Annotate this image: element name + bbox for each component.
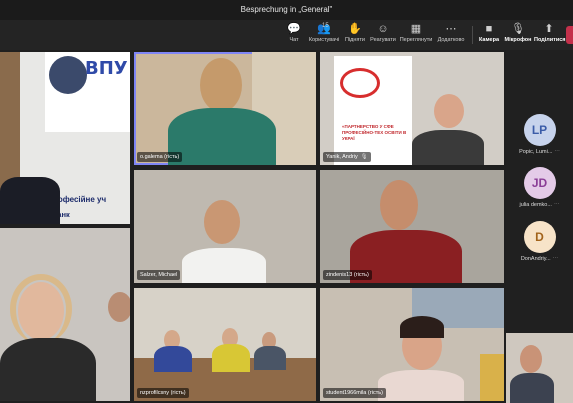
meeting-toolbar: 💬 Чат 👥 15 Користувачі ✋ Підняти ☺ Реагу… (0, 20, 573, 50)
avatar: D (523, 221, 556, 253)
video-tile-9[interactable]: student1966mila (гість) (320, 288, 504, 401)
participant-head (380, 180, 418, 230)
vpu-text: ВПУ (85, 58, 128, 79)
chat-button[interactable]: 💬 Чат (284, 22, 304, 48)
partner-banner: «ПАРТНЕРСТВО У СФЕ ПРОФЕСІЙНО-ТЕХ ОСВІТИ… (334, 56, 412, 165)
participant-body (182, 248, 266, 283)
hand-icon: ✋ (348, 23, 362, 35)
participant-head (434, 94, 464, 128)
raise-hand-button[interactable]: ✋ Підняти (343, 22, 367, 48)
participant-body-3 (254, 346, 286, 370)
banner-logo (340, 68, 380, 98)
participant-hair (400, 316, 444, 338)
share-icon: ⬆ (544, 23, 554, 35)
participant-silhouette (0, 177, 60, 224)
participant-body-2 (212, 344, 250, 372)
participant-head-2 (108, 292, 130, 322)
participant-roster: LP Popic, Lumi... ⋯ JD julia demko... ⋯ D … (506, 50, 573, 403)
decoration (480, 354, 504, 401)
more-icon: ⋯ (445, 23, 457, 35)
leave-button[interactable] (566, 26, 573, 44)
avatar: JD (523, 167, 556, 199)
participant-body (0, 338, 96, 401)
view-button[interactable]: ▦ Переглянути (399, 22, 433, 48)
teams-meeting-window: Besprechung in „General" 💬 Чат 👥 15 Кори… (0, 0, 573, 403)
video-tile-2[interactable]: o.galema (гість) (134, 52, 316, 165)
camera-icon: ■ (485, 23, 493, 35)
roster-name: DonAndriy... ⋯ (520, 256, 559, 262)
chat-icon: 💬 (287, 23, 301, 35)
mic-off-icon: 🎙 (511, 23, 525, 35)
participant-name: student1966mila (гість) (323, 388, 386, 398)
mic-button[interactable]: 🎙 Мікрофон (504, 22, 532, 48)
self-view-tile[interactable] (506, 333, 573, 403)
participant-hair (10, 274, 72, 344)
participant-head (200, 58, 242, 112)
participant-name: Salzer, Michael (137, 270, 181, 280)
participant-name: nzprofilcsny (гість) (137, 388, 189, 398)
roster-item[interactable]: JD julia demko... ⋯ (506, 167, 573, 208)
participant-body (378, 370, 464, 401)
smile-icon: ☺ (377, 23, 389, 35)
participant-body (412, 130, 484, 165)
avatar: LP (523, 114, 556, 146)
banner-partner-text: «ПАРТНЕРСТВО У СФЕ ПРОФЕСІЙНО-ТЕХ ОСВІТИ… (342, 124, 407, 141)
video-tile-5[interactable]: Salzer, Michael (134, 170, 316, 283)
more-button[interactable]: ⋯ Додатково (435, 22, 467, 48)
participant-name: o.galema (гість) (137, 152, 183, 162)
toolbar-divider (472, 26, 473, 44)
participant-name: zindenis13 (гість) (323, 270, 372, 280)
video-tile-8[interactable]: nzprofilcsny (гість) (134, 288, 316, 401)
participant-body (154, 346, 192, 372)
video-tile-6[interactable]: zindenis13 (гість) (320, 170, 504, 283)
participant-body (510, 373, 554, 403)
react-button[interactable]: ☺ Реагувати (369, 22, 397, 48)
grid-icon: ▦ (410, 23, 422, 35)
participant-head (520, 345, 542, 373)
roster-item[interactable]: LP Popic, Lumi... ⋯ (506, 114, 573, 155)
share-button[interactable]: ⬆ Поділитися (534, 22, 565, 48)
video-tile-4[interactable] (0, 228, 130, 401)
participant-head (204, 200, 240, 244)
vpu-logo: ВПУ (45, 52, 130, 132)
gear-logo (49, 56, 87, 94)
video-tile-3[interactable]: «ПАРТНЕРСТВО У СФЕ ПРОФЕСІЙНО-ТЕХ ОСВІТИ… (320, 52, 504, 165)
roster-item[interactable]: D DonAndriy... ⋯ (506, 221, 573, 262)
window-title: Besprechung in „General" (0, 0, 573, 20)
participant-name: Yanik, Andriy 🎙 (323, 152, 371, 162)
camera-button[interactable]: ■ Камера (476, 22, 502, 48)
people-button[interactable]: 👥 15 Користувачі (306, 22, 342, 48)
roster-name: julia demko... ⋯ (519, 202, 560, 208)
roster-name: Popic, Lumi... ⋯ (519, 149, 560, 155)
video-tile-1[interactable]: ВПУ вано-Франк Вище професійне уч (0, 52, 130, 224)
people-count: 15 (322, 23, 329, 29)
participant-body (168, 108, 276, 165)
